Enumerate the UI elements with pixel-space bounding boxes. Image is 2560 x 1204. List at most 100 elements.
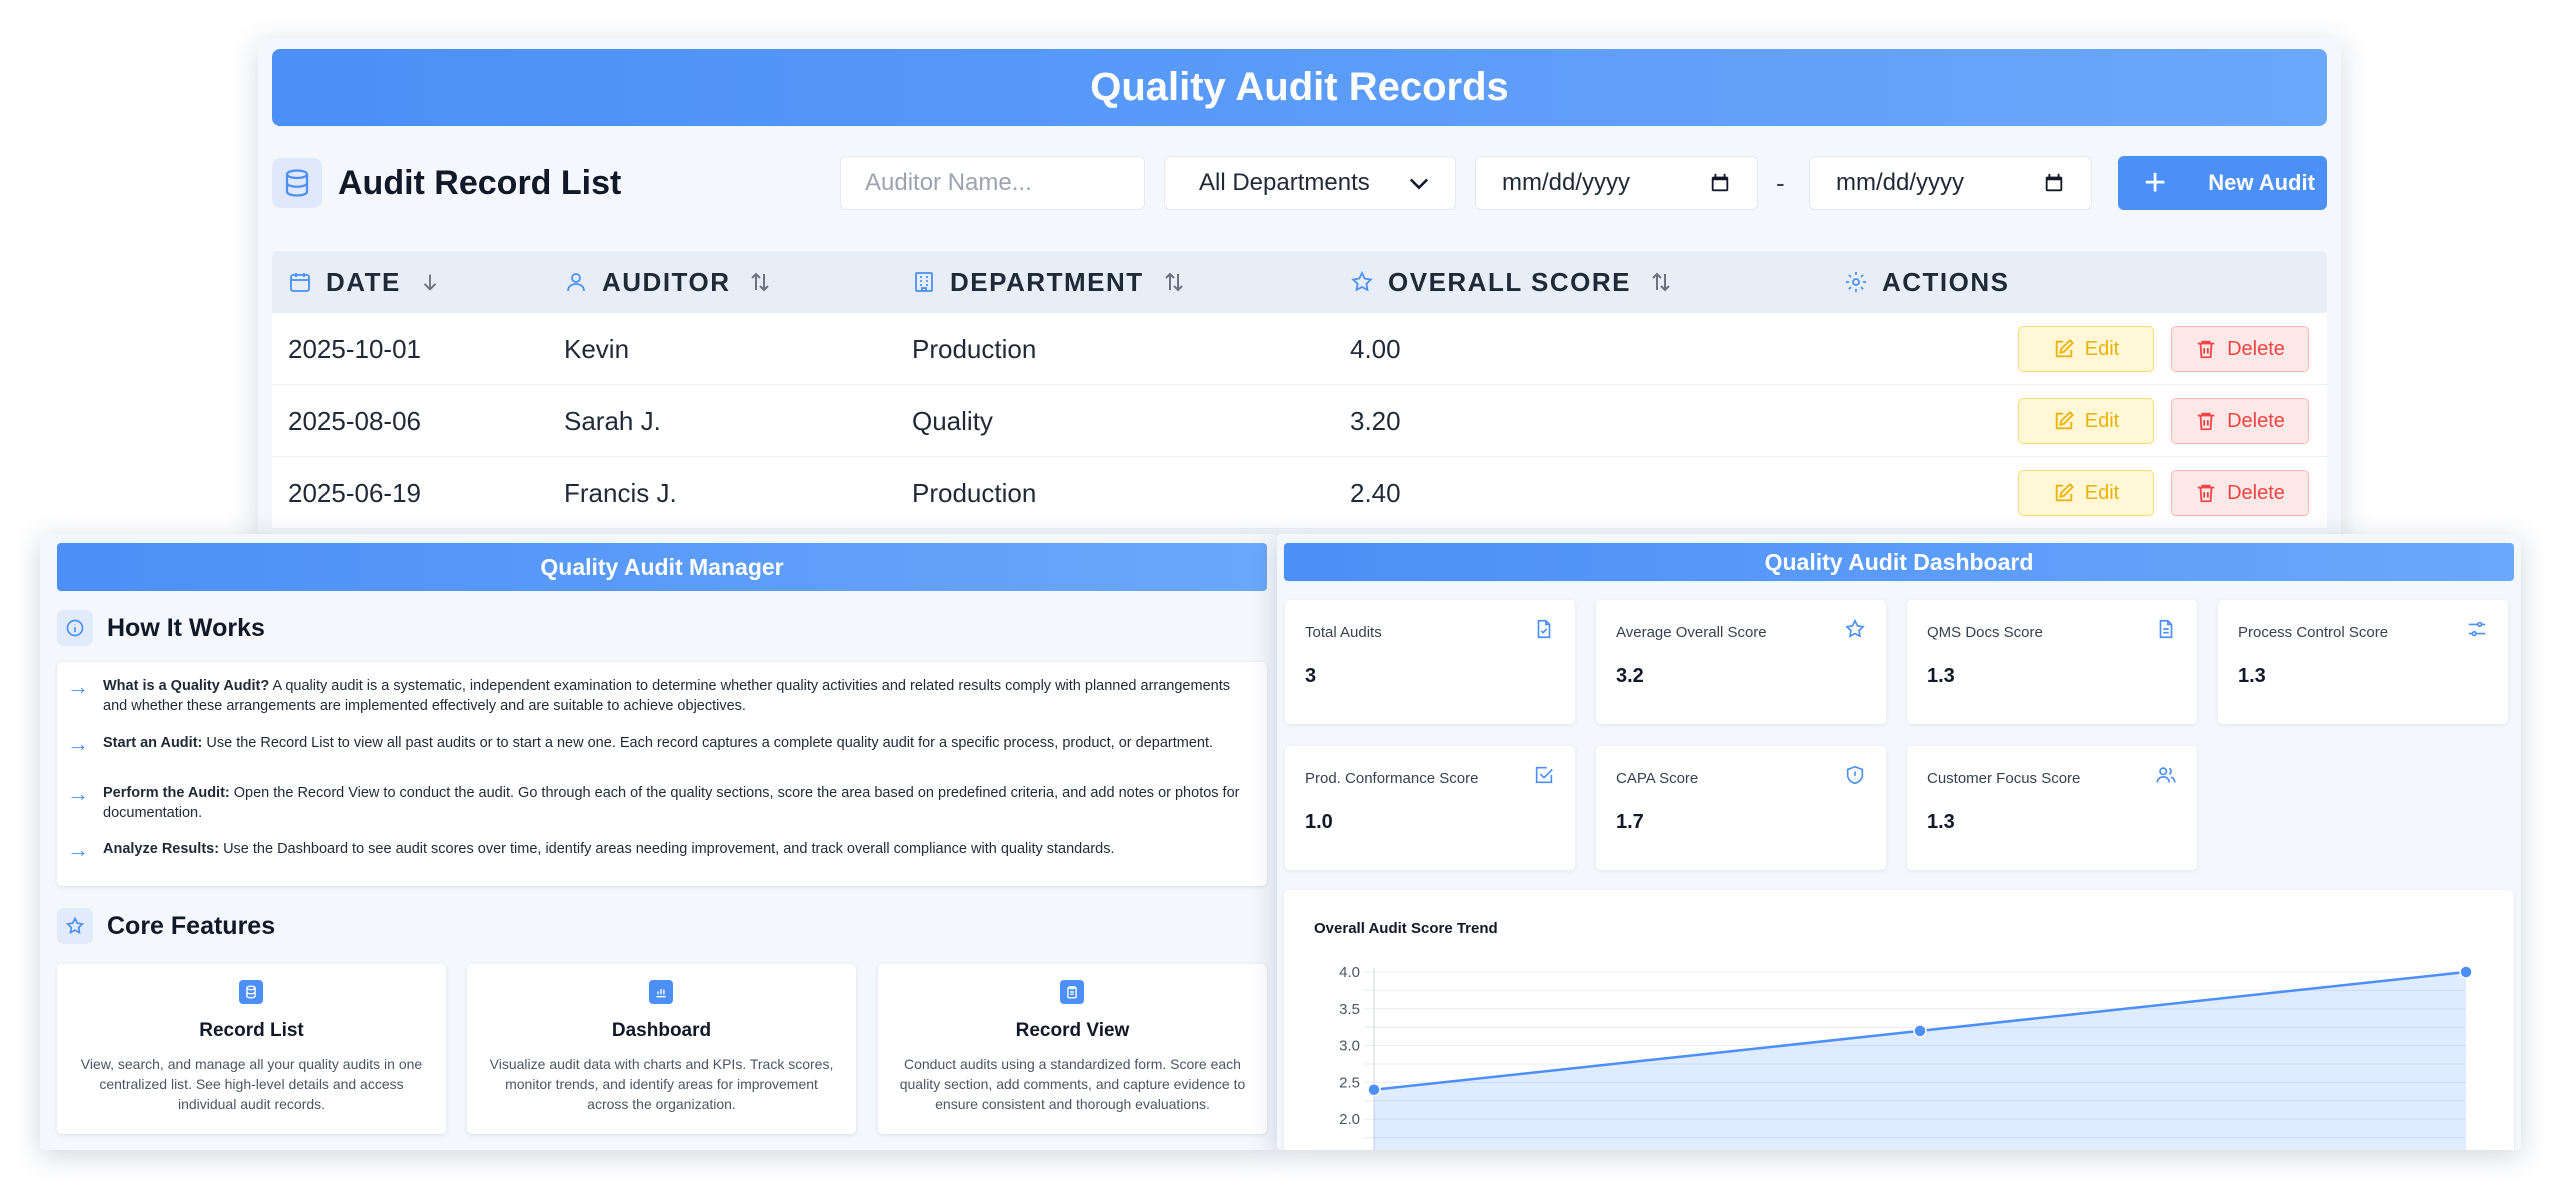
audit-dashboard-window: Quality Audit Dashboard Total Audits 3 A… [1277, 534, 2521, 1150]
edit-button[interactable]: Edit [2018, 398, 2154, 444]
feature-card-dashboard[interactable]: Dashboard Visualize audit data with char… [467, 964, 856, 1134]
feature-description: View, search, and manage all your qualit… [80, 1056, 423, 1112]
how-item: → Perform the Audit: Open the Record Vie… [67, 783, 1253, 823]
delete-label: Delete [2227, 409, 2285, 432]
feature-name: Record View [1015, 1020, 1130, 1041]
data-point[interactable] [1913, 1024, 1927, 1038]
feature-card-record-list[interactable]: Record List View, search, and manage all… [57, 964, 446, 1134]
how-it-works-heading: How It Works [57, 610, 265, 646]
kpi-average-overall-score: Average Overall Score 3.2 [1596, 600, 1886, 724]
gear-icon [1846, 272, 1866, 292]
edit-label: Edit [2084, 481, 2120, 504]
sort-icon[interactable] [1162, 270, 1186, 294]
kpi-label: Prod. Conformance Score [1305, 770, 1479, 787]
kpi-customer-focus-score: Customer Focus Score 1.3 [1907, 746, 2197, 870]
delete-button[interactable]: Delete [2171, 398, 2309, 444]
edit-button[interactable]: Edit [2018, 470, 2154, 516]
cell-date: 2025-06-19 [288, 477, 421, 508]
table-row[interactable]: 2025-10-01 Kevin Production 4.00 Edit De… [272, 313, 2327, 385]
feature-description: Visualize audit data with charts and KPI… [489, 1056, 834, 1112]
feature-name: Dashboard [611, 1020, 712, 1041]
kpi-value: 1.3 [2238, 665, 2266, 687]
table-header: DATE AUDITOR DEPARTMENT OVERALL SCORE AC… [272, 251, 2327, 313]
edit-label: Edit [2084, 337, 2120, 360]
kpi-value: 3 [1305, 665, 1317, 687]
how-item: → Start an Audit: Use the Record List to… [67, 733, 1253, 755]
column-department-label: DEPARTMENT [950, 266, 1144, 297]
kpi-qms-docs-score: QMS Docs Score 1.3 [1907, 600, 2197, 724]
shield-alert-icon [1846, 765, 1864, 785]
column-auditor[interactable]: AUDITOR [564, 251, 772, 313]
table-row[interactable]: 2025-06-19 Francis J. Production 2.40 Ed… [272, 457, 2327, 529]
auditor-name-placeholder: Auditor Name... [865, 169, 1032, 196]
edit-label: Edit [2084, 409, 2120, 432]
date-from-placeholder: mm/dd/yyyy [1502, 169, 1631, 196]
y-tick-label: 3.5 [1339, 1001, 1360, 1018]
cell-auditor: Francis J. [564, 477, 677, 508]
record-list-title: Audit Record List [338, 163, 622, 202]
kpi-label: QMS Docs Score [1927, 624, 2043, 641]
star-icon [1351, 270, 1373, 292]
sort-icon[interactable] [1649, 270, 1673, 294]
how-item-text: Use the Dashboard to see audit scores ov… [219, 841, 1115, 857]
manager-header: Quality Audit Manager [57, 543, 1267, 591]
auditor-name-input[interactable]: Auditor Name... [840, 156, 1145, 210]
column-date[interactable]: DATE [288, 251, 441, 313]
delete-button[interactable]: Delete [2171, 326, 2309, 372]
column-department[interactable]: DEPARTMENT [912, 251, 1186, 313]
cell-auditor: Sarah J. [564, 405, 661, 436]
dashboard-header: Quality Audit Dashboard [1284, 543, 2514, 581]
bar-chart-icon [649, 980, 673, 1004]
info-icon [57, 610, 93, 646]
chevron-down-icon [1409, 178, 1429, 190]
arrow-right-icon: → [67, 837, 89, 862]
user-icon [567, 273, 585, 292]
y-tick-label: 1.5 [1339, 1148, 1360, 1150]
cell-department: Production [912, 333, 1037, 364]
audit-records-window: Quality Audit Records Audit Record List … [258, 38, 2341, 538]
trash-icon [2197, 340, 2215, 359]
data-point[interactable] [2459, 965, 2473, 979]
calendar-icon [290, 273, 310, 292]
cell-date: 2025-08-06 [288, 405, 421, 436]
column-auditor-label: AUDITOR [602, 266, 731, 297]
feature-name: Record List [199, 1020, 304, 1041]
document-check-icon [1537, 619, 1551, 639]
department-select[interactable]: All Departments [1164, 156, 1456, 210]
sort-icon[interactable] [748, 270, 772, 294]
new-audit-button[interactable]: + New Audit [2118, 156, 2327, 210]
data-point[interactable] [1367, 1083, 1381, 1097]
new-audit-label: New Audit [2208, 170, 2315, 195]
document-icon [2159, 619, 2173, 639]
department-selected-value: All Departments [1199, 169, 1370, 196]
how-item-text: Open the Record View to conduct the audi… [103, 785, 1240, 821]
sort-down-icon[interactable] [419, 271, 441, 293]
kpi-value: 1.7 [1616, 811, 1644, 833]
table-row[interactable]: 2025-08-06 Sarah J. Quality 3.20 Edit De… [272, 385, 2327, 457]
trash-icon [2197, 412, 2215, 431]
kpi-process-control-score: Process Control Score 1.3 [2218, 600, 2508, 724]
kpi-value: 1.0 [1305, 811, 1333, 833]
date-from-input[interactable]: mm/dd/yyyy [1475, 156, 1758, 210]
calendar-icon[interactable] [2043, 172, 2065, 194]
date-to-input[interactable]: mm/dd/yyyy [1809, 156, 2092, 210]
column-date-label: DATE [326, 266, 401, 297]
feature-card-record-view[interactable]: Record View Conduct audits using a stand… [878, 964, 1267, 1134]
kpi-value: 1.3 [1927, 665, 1955, 687]
score-trend-chart-card: Overall Audit Score Trend 4.0 3.5 3.0 2.5 2.… [1284, 890, 2514, 1150]
cell-department: Quality [912, 405, 993, 436]
trash-icon [2197, 484, 2215, 503]
cell-date: 2025-10-01 [288, 333, 421, 364]
y-tick-label: 4.0 [1339, 964, 1360, 981]
core-features-title: Core Features [107, 911, 276, 940]
kpi-label: CAPA Score [1616, 770, 1699, 787]
delete-button[interactable]: Delete [2171, 470, 2309, 516]
y-tick-label: 2.5 [1339, 1074, 1360, 1091]
column-overall-score[interactable]: OVERALL SCORE [1350, 251, 1673, 313]
feature-description: Conduct audits using a standardized form… [899, 1056, 1246, 1112]
score-trend-chart: 4.0 3.5 3.0 2.5 2.0 1.5 [1339, 964, 2473, 1150]
how-item: → Analyze Results: Use the Dashboard to … [67, 839, 1253, 861]
database-icon [239, 980, 263, 1004]
edit-button[interactable]: Edit [2018, 326, 2154, 372]
calendar-icon[interactable] [1709, 172, 1731, 194]
